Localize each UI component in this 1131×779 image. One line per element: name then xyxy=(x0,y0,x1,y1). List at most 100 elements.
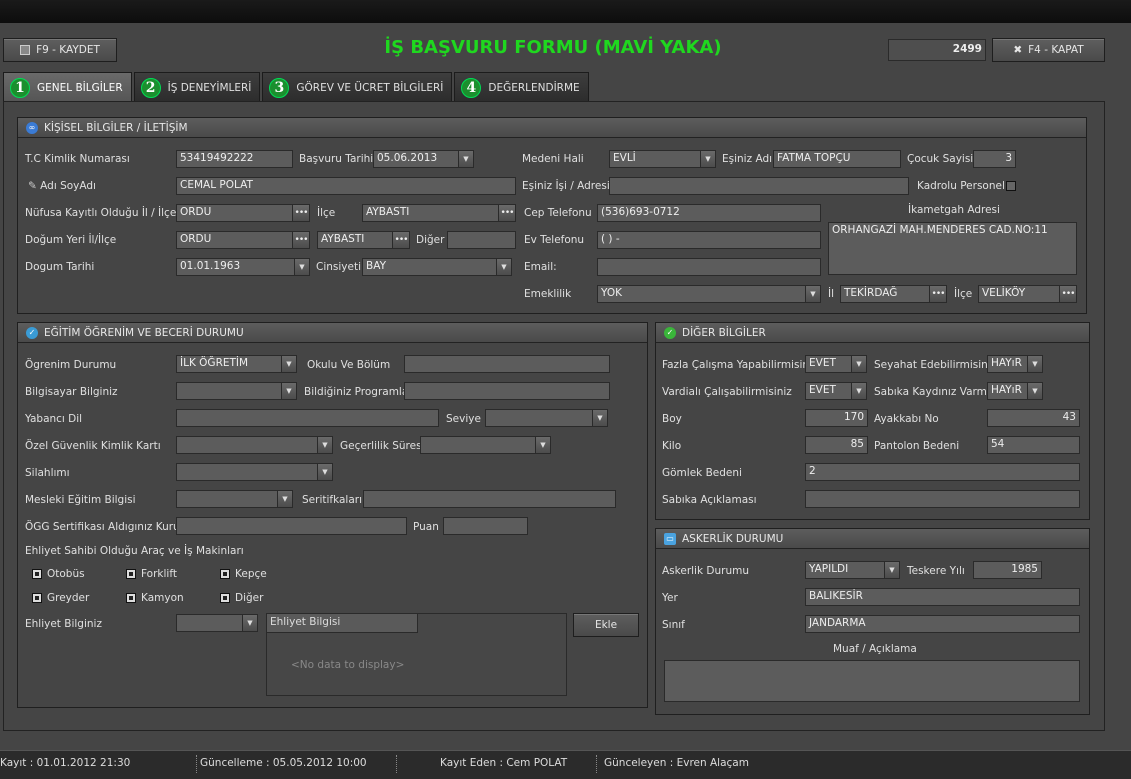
language-field[interactable] xyxy=(176,409,439,427)
level-select[interactable]: ▼ xyxy=(485,409,608,427)
chevron-down-icon[interactable]: ▼ xyxy=(317,464,332,480)
tab-experience[interactable]: 2 İŞ DENEYİMLERİ xyxy=(133,72,261,102)
personal-info-header: ∞ KİŞİSEL BİLGİLER / İLETİŞİM xyxy=(18,118,1086,138)
license-select[interactable]: ▼ xyxy=(176,614,258,632)
chevron-down-icon[interactable]: ▼ xyxy=(281,356,296,372)
license-grid[interactable]: Ehliyet Bilgisi <No data to display> xyxy=(266,613,567,696)
chevron-down-icon[interactable]: ▼ xyxy=(805,286,820,302)
certificates-field[interactable] xyxy=(363,490,616,508)
vehicle-label: Diğer xyxy=(235,592,264,604)
ellipsis-button[interactable]: ••• xyxy=(392,232,409,248)
home-phone-field[interactable]: ( ) - xyxy=(597,231,821,249)
height-field[interactable]: 170 xyxy=(805,409,868,427)
chevron-down-icon[interactable]: ▼ xyxy=(1027,383,1042,399)
status-bar: Kayıt : 01.01.2012 21:30 Güncelleme : 05… xyxy=(0,750,1131,779)
vehicle-checkbox-forklift[interactable] xyxy=(126,569,136,579)
registry-city-field[interactable]: ORDU ••• xyxy=(176,204,310,222)
chevron-down-icon[interactable]: ▼ xyxy=(496,259,511,275)
chevron-down-icon[interactable]: ▼ xyxy=(317,437,332,453)
other-field[interactable] xyxy=(447,231,516,249)
shift-select[interactable]: EVET ▼ xyxy=(805,382,867,400)
add-button[interactable]: Ekle xyxy=(573,613,639,637)
record-desc-field[interactable] xyxy=(805,490,1080,508)
security-card-label: Özel Güvenlik Kimlik Kartı xyxy=(25,440,161,452)
discharge-field[interactable]: 1985 xyxy=(973,561,1042,579)
retired-select[interactable]: YOK ▼ xyxy=(597,285,821,303)
birth-city-field[interactable]: ORDU ••• xyxy=(176,231,310,249)
tc-field[interactable]: 53419492222 xyxy=(176,150,293,168)
spouse-field[interactable]: FATMA TOPÇU xyxy=(773,150,901,168)
chevron-down-icon[interactable]: ▼ xyxy=(884,562,899,578)
il-field[interactable]: TEKİRDAĞ ••• xyxy=(840,285,947,303)
pants-field[interactable]: 54 xyxy=(987,436,1080,454)
ogg-field[interactable] xyxy=(176,517,407,535)
vehicle-checkbox-other[interactable] xyxy=(220,593,230,603)
shoe-field[interactable]: 43 xyxy=(987,409,1080,427)
chevron-down-icon[interactable]: ▼ xyxy=(1027,356,1042,372)
score-field[interactable] xyxy=(443,517,528,535)
staff-label: Kadrolu Personel xyxy=(917,180,1005,192)
exempt-field[interactable] xyxy=(664,660,1080,702)
birthdate-field[interactable]: 01.01.1963 ▼ xyxy=(176,258,310,276)
vehicle-checkbox-truck[interactable] xyxy=(126,593,136,603)
marital-select[interactable]: EVLİ ▼ xyxy=(609,150,716,168)
chevron-down-icon[interactable]: ▼ xyxy=(281,383,296,399)
chevron-down-icon[interactable]: ▼ xyxy=(535,437,550,453)
registry-district-field[interactable]: AYBASTI ••• xyxy=(362,204,516,222)
shirt-label: Gömlek Bedeni xyxy=(662,467,742,479)
email-field[interactable] xyxy=(597,258,821,276)
vocational-select[interactable]: ▼ xyxy=(176,490,293,508)
ellipsis-button[interactable]: ••• xyxy=(929,286,946,302)
children-field[interactable]: 3 xyxy=(973,150,1016,168)
apply-date-field[interactable]: 05.06.2013 ▼ xyxy=(373,150,474,168)
validity-select[interactable]: ▼ xyxy=(420,436,551,454)
tab-evaluation[interactable]: 4 DEĞERLENDİRME xyxy=(454,72,589,102)
ilce-field[interactable]: VELİKÖY ••• xyxy=(978,285,1077,303)
criminal-record-select[interactable]: HAYıR ▼ xyxy=(987,382,1043,400)
military-class-field[interactable]: JANDARMA xyxy=(805,615,1080,633)
overtime-select[interactable]: EVET ▼ xyxy=(805,355,867,373)
programs-field[interactable] xyxy=(404,382,610,400)
vehicle-checkbox-grader[interactable] xyxy=(32,593,42,603)
edu-status-select[interactable]: İLK ÖĞRETİM ▼ xyxy=(176,355,297,373)
birth-district-field[interactable]: AYBASTI ••• xyxy=(317,231,410,249)
ellipsis-button[interactable]: ••• xyxy=(1059,286,1076,302)
chevron-down-icon[interactable]: ▼ xyxy=(700,151,715,167)
weapon-select[interactable]: ▼ xyxy=(176,463,333,481)
gender-select[interactable]: BAY ▼ xyxy=(362,258,512,276)
staff-checkbox[interactable] xyxy=(1006,181,1016,191)
weight-field[interactable]: 85 xyxy=(805,436,868,454)
ellipsis-button[interactable]: ••• xyxy=(498,205,515,221)
vehicle-checkbox-kepce[interactable] xyxy=(220,569,230,579)
chevron-down-icon[interactable]: ▼ xyxy=(277,491,292,507)
school-field[interactable] xyxy=(404,355,610,373)
pants-label: Pantolon Bedeni xyxy=(874,440,960,452)
status-separator xyxy=(396,755,397,773)
chevron-down-icon[interactable]: ▼ xyxy=(294,259,309,275)
ellipsis-button[interactable]: ••• xyxy=(292,232,309,248)
chevron-down-icon[interactable]: ▼ xyxy=(592,410,607,426)
save-button[interactable]: F9 - KAYDET xyxy=(3,38,117,62)
residence-field[interactable]: ORHANGAZİ MAH.MENDERES CAD.NO:11 xyxy=(828,222,1077,275)
name-field[interactable]: CEMAL POLAT xyxy=(176,177,516,195)
shirt-field[interactable]: 2 xyxy=(805,463,1080,481)
tab-general[interactable]: 1 GENEL BİLGİLER xyxy=(3,72,132,102)
ellipsis-button[interactable]: ••• xyxy=(292,205,309,221)
security-card-select[interactable]: ▼ xyxy=(176,436,333,454)
computer-select[interactable]: ▼ xyxy=(176,382,297,400)
tab-duty-salary[interactable]: 3 GÖREV VE ÜCRET BİLGİLERİ xyxy=(262,72,453,102)
vehicle-checkbox-bus[interactable] xyxy=(32,569,42,579)
vehicle-label: Kepçe xyxy=(235,568,267,580)
chevron-down-icon[interactable]: ▼ xyxy=(458,151,473,167)
chevron-down-icon[interactable]: ▼ xyxy=(242,615,257,631)
travel-select[interactable]: HAYıR ▼ xyxy=(987,355,1043,373)
military-place-field[interactable]: BALIKESİR xyxy=(805,588,1080,606)
mobile-field[interactable]: (536)693-0712 xyxy=(597,204,821,222)
grid-column-header[interactable]: Ehliyet Bilgisi xyxy=(267,614,418,633)
chevron-down-icon[interactable]: ▼ xyxy=(851,356,866,372)
chevron-down-icon[interactable]: ▼ xyxy=(851,383,866,399)
close-button[interactable]: ✖ F4 - KAPAT xyxy=(992,38,1105,62)
spouse-job-field[interactable] xyxy=(609,177,909,195)
military-status-select[interactable]: YAPILDI ▼ xyxy=(805,561,900,579)
il-label: İl xyxy=(828,288,835,300)
